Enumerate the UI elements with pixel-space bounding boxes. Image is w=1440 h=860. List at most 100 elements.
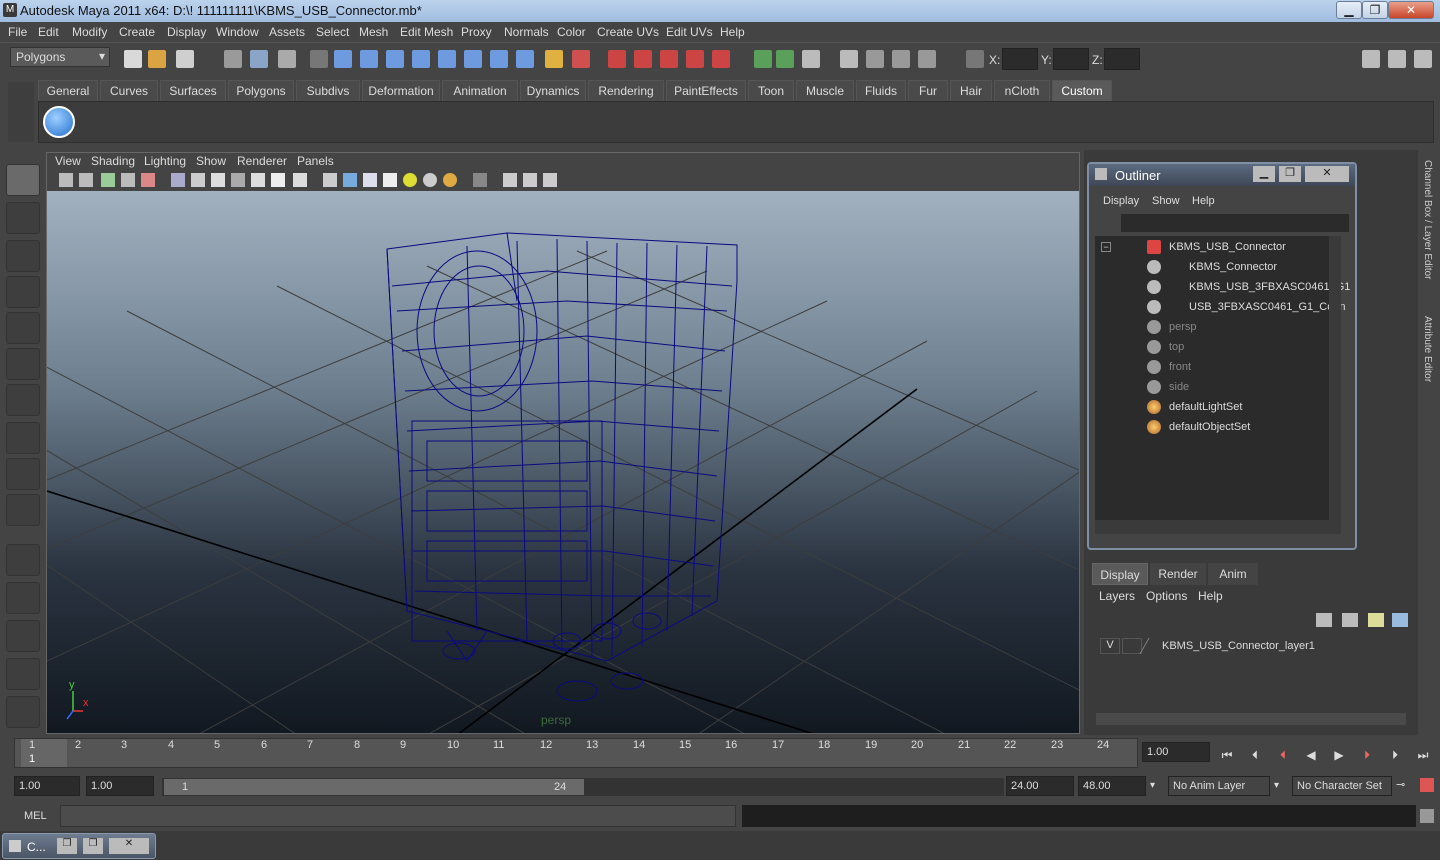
z-field[interactable] — [1104, 48, 1140, 70]
close-mini-button[interactable]: ✕ — [109, 838, 149, 854]
minimize-button[interactable]: ▁ — [1336, 1, 1362, 19]
paint-select-tool-icon[interactable] — [6, 240, 40, 272]
tab-curves[interactable]: Curves — [100, 80, 158, 102]
render-view-icon[interactable] — [608, 50, 626, 68]
hud-icon[interactable] — [503, 173, 517, 187]
render-settings-icon[interactable] — [686, 50, 704, 68]
tab-muscle[interactable]: Muscle — [796, 80, 854, 102]
vp-menu-view[interactable]: View — [55, 154, 81, 168]
show-manip-tool-icon[interactable] — [6, 458, 40, 490]
outliner-item[interactable]: persp — [1169, 321, 1197, 333]
outliner-vscroll[interactable] — [1329, 236, 1341, 520]
wireframe-model[interactable] — [386, 232, 738, 702]
cube-wire-icon[interactable] — [323, 173, 337, 187]
select-object-icon[interactable] — [250, 50, 268, 68]
range-handle[interactable]: 1 24 — [164, 779, 584, 795]
menu-normals[interactable]: Normals — [504, 25, 549, 39]
key-icon[interactable]: ⊸ — [1396, 778, 1410, 792]
outliner-search-input[interactable] — [1121, 214, 1349, 232]
toggle-channel-box-icon[interactable] — [1362, 50, 1380, 68]
outliner-minimize-button[interactable]: ▁ — [1253, 166, 1275, 182]
selection-constraint-icon[interactable] — [572, 50, 590, 68]
layer-visibility-toggle[interactable]: V — [1100, 638, 1120, 654]
outliner-maximize-button[interactable]: ❐ — [1279, 166, 1301, 182]
new-layer-icon[interactable] — [1368, 613, 1384, 627]
vp-menu-renderer[interactable]: Renderer — [237, 154, 287, 168]
menu-proxy[interactable]: Proxy — [461, 25, 492, 39]
command-language-label[interactable]: MEL — [24, 810, 47, 822]
select-component-icon[interactable] — [278, 50, 296, 68]
default-light-icon[interactable] — [403, 173, 417, 187]
collapse-toggle[interactable]: − — [1101, 242, 1111, 252]
go-to-start-icon[interactable]: ⏮ — [1216, 744, 1238, 766]
time-ruler[interactable]: 1 1 2 3 4 5 6 7 8 9 10 11 12 13 14 15 16… — [14, 738, 1138, 768]
minimized-window[interactable]: C... ❐ ❐ ✕ — [2, 833, 156, 859]
start-time-field[interactable]: 1.00 — [14, 776, 80, 796]
move-tool-icon[interactable] — [6, 276, 40, 308]
resolution-gate-icon[interactable] — [523, 173, 537, 187]
lock-icon[interactable] — [545, 50, 563, 68]
tab-toon[interactable]: Toon — [748, 80, 794, 102]
layer-menu-options[interactable]: Options — [1146, 589, 1187, 603]
viewport-panel[interactable]: View Shading Lighting Show Renderer Pane… — [46, 152, 1080, 734]
snap-surface-icon[interactable] — [438, 50, 456, 68]
vp-menu-shading[interactable]: Shading — [91, 154, 135, 168]
outliner-item[interactable]: USB_3FBXASC0461_G1_Conn — [1189, 301, 1346, 313]
menu-window[interactable]: Window — [216, 25, 259, 39]
all-lights-icon[interactable] — [423, 173, 437, 187]
restore-button[interactable]: ❐ — [57, 838, 77, 854]
tab-fluids[interactable]: Fluids — [856, 80, 906, 102]
outliner-layout-icon[interactable] — [6, 620, 40, 652]
character-set-dropdown[interactable]: No Character Set — [1292, 776, 1392, 796]
preferences-icon[interactable] — [1420, 778, 1434, 792]
tab-dynamics[interactable]: Dynamics — [520, 80, 586, 102]
single-perspective-layout-icon[interactable] — [6, 544, 40, 576]
layer-tab-display[interactable]: Display — [1092, 563, 1148, 585]
layer-name[interactable]: KBMS_USB_Connector_layer1 — [1162, 640, 1315, 652]
vp-menu-lighting[interactable]: Lighting — [144, 154, 186, 168]
maximize-button[interactable]: ❐ — [1362, 1, 1388, 19]
go-to-end-icon[interactable]: ⏭ — [1412, 744, 1434, 766]
outliner-close-button[interactable]: ✕ — [1305, 166, 1349, 182]
menu-assets[interactable]: Assets — [269, 25, 305, 39]
snap-curve-icon[interactable] — [360, 50, 378, 68]
save-scene-icon[interactable] — [176, 50, 194, 68]
maximize-mini-button[interactable]: ❐ — [83, 838, 103, 854]
menu-edit-uvs[interactable]: Edit UVs — [666, 25, 713, 39]
wireframe-icon[interactable] — [171, 173, 185, 187]
bookmark-icon[interactable] — [101, 173, 115, 187]
attribute-editor-tab[interactable]: Attribute Editor — [1422, 316, 1433, 382]
tab-animation[interactable]: Animation — [442, 80, 518, 102]
outliner-item[interactable]: defaultLightSet — [1169, 401, 1242, 413]
snap-grid-icon[interactable] — [334, 50, 352, 68]
four-view-layout-icon[interactable] — [6, 582, 40, 614]
new-layer-selected-icon[interactable] — [1392, 613, 1408, 627]
tab-subdivs[interactable]: Subdivs — [296, 80, 360, 102]
layer-hscroll[interactable] — [1096, 713, 1406, 725]
anim-end-time-field[interactable]: 24.00 — [1006, 776, 1074, 796]
tab-fur[interactable]: Fur — [908, 80, 948, 102]
camera-icon[interactable] — [59, 173, 73, 187]
outliner-menu-display[interactable]: Display — [1103, 195, 1139, 207]
construction-history-icon[interactable] — [490, 50, 508, 68]
attribute-icon[interactable] — [802, 50, 820, 68]
layer-tab-render[interactable]: Render — [1150, 563, 1206, 585]
soft-mod-tool-icon[interactable] — [6, 422, 40, 454]
camera-attr-icon[interactable] — [79, 173, 93, 187]
snap-point-icon[interactable] — [386, 50, 404, 68]
texture-icon[interactable] — [293, 173, 307, 187]
menu-mesh[interactable]: Mesh — [359, 25, 388, 39]
outliner-menu-help[interactable]: Help — [1192, 195, 1215, 207]
share-icon[interactable] — [543, 173, 557, 187]
vp-menu-panels[interactable]: Panels — [297, 154, 334, 168]
toggle-attribute-editor-icon[interactable] — [1414, 50, 1432, 68]
close-button[interactable]: ✕ — [1388, 1, 1434, 19]
tab-rendering[interactable]: Rendering — [588, 80, 664, 102]
tab-surfaces[interactable]: Surfaces — [160, 80, 226, 102]
play-forward-icon[interactable]: ▶ — [1328, 744, 1350, 766]
menu-file[interactable]: File — [8, 25, 27, 39]
history-icon[interactable] — [464, 50, 482, 68]
flat-shade-icon[interactable] — [211, 173, 225, 187]
tab-deformation[interactable]: Deformation — [362, 80, 440, 102]
grid-icon[interactable] — [141, 173, 155, 187]
